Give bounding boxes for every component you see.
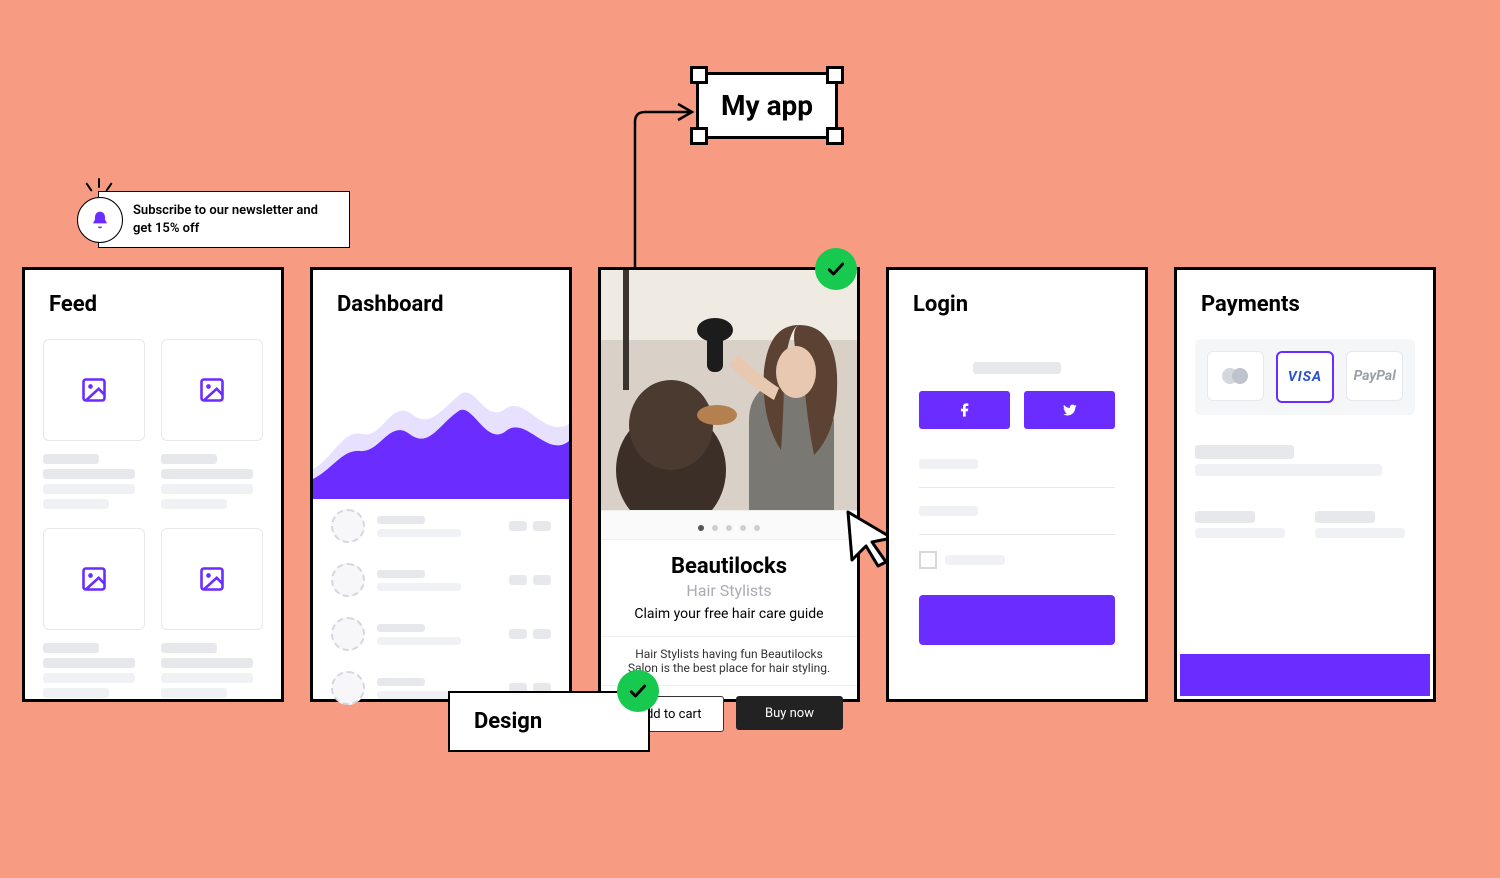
dot[interactable] [754, 525, 760, 531]
screen-title: Dashboard [313, 270, 569, 339]
login-submit-button[interactable] [919, 595, 1115, 645]
social-login-facebook[interactable] [919, 391, 1010, 429]
list-item[interactable] [331, 553, 551, 607]
input-field[interactable] [919, 441, 1115, 488]
carousel-dots[interactable] [601, 510, 857, 540]
product-title: Beautilocks [601, 554, 857, 579]
list-item[interactable] [331, 607, 551, 661]
mastercard-icon [1218, 366, 1252, 386]
design-label-text: Design [474, 709, 542, 734]
avatar-placeholder [331, 509, 365, 543]
screen-dashboard[interactable]: Dashboard [310, 267, 572, 702]
dot[interactable] [712, 525, 718, 531]
screen-title: Login [889, 270, 1145, 339]
paypal-label: PayPal [1354, 368, 1396, 384]
image-placeholder-icon [80, 376, 108, 404]
screen-title: Payments [1177, 270, 1433, 339]
avatar-placeholder [331, 563, 365, 597]
dot[interactable] [740, 525, 746, 531]
payments-footer-bar[interactable] [1180, 654, 1430, 696]
checkmark-badge [815, 248, 857, 290]
checkmark-badge [617, 670, 659, 712]
selection-my-app[interactable]: My app [696, 72, 838, 139]
image-placeholder-icon [80, 565, 108, 593]
resize-handle-tl[interactable] [690, 66, 708, 84]
notification-text: Subscribe to our newsletter and get 15% … [133, 202, 333, 237]
product-tagline: Claim your free hair care guide [601, 606, 857, 622]
remember-checkbox[interactable] [919, 551, 937, 569]
payment-mastercard[interactable] [1207, 351, 1264, 401]
canvas: My app Feed [0, 0, 1500, 878]
feed-item[interactable] [43, 339, 145, 441]
feed-item[interactable] [43, 528, 145, 630]
resize-handle-tr[interactable] [826, 66, 844, 84]
payment-visa[interactable]: VISA [1276, 351, 1335, 403]
dot[interactable] [698, 525, 704, 531]
product-hero-image [601, 270, 857, 510]
feed-item[interactable] [161, 339, 263, 441]
screen-feed[interactable]: Feed [22, 267, 284, 702]
list-item[interactable] [331, 499, 551, 553]
screen-payments[interactable]: Payments VISA PayPal [1174, 267, 1436, 702]
avatar-placeholder [331, 671, 365, 705]
bell-icon [77, 197, 123, 243]
image-placeholder-icon [198, 376, 226, 404]
screen-login[interactable]: Login [886, 267, 1148, 702]
product-subtitle: Hair Stylists [601, 581, 857, 600]
social-login-twitter[interactable] [1024, 391, 1115, 429]
connector-arrow [620, 100, 710, 270]
screen-product[interactable]: Beautilocks Hair Stylists Claim your fre… [598, 267, 860, 702]
dot[interactable] [726, 525, 732, 531]
visa-label: VISA [1288, 369, 1322, 385]
buy-now-button[interactable]: Buy now [736, 696, 843, 730]
screen-title: Feed [25, 270, 281, 339]
image-placeholder-icon [198, 565, 226, 593]
twitter-icon [1062, 402, 1078, 418]
payment-methods: VISA PayPal [1195, 339, 1415, 415]
facebook-icon [957, 402, 973, 418]
notification-bubble[interactable]: Subscribe to our newsletter and get 15% … [98, 191, 350, 248]
payment-paypal[interactable]: PayPal [1346, 351, 1403, 401]
attention-rays-icon [84, 176, 114, 196]
avatar-placeholder [331, 617, 365, 651]
resize-handle-br[interactable] [826, 127, 844, 145]
selection-label: My app [721, 89, 813, 122]
feed-item[interactable] [161, 528, 263, 630]
dashboard-chart [313, 339, 569, 499]
input-field[interactable] [919, 488, 1115, 535]
